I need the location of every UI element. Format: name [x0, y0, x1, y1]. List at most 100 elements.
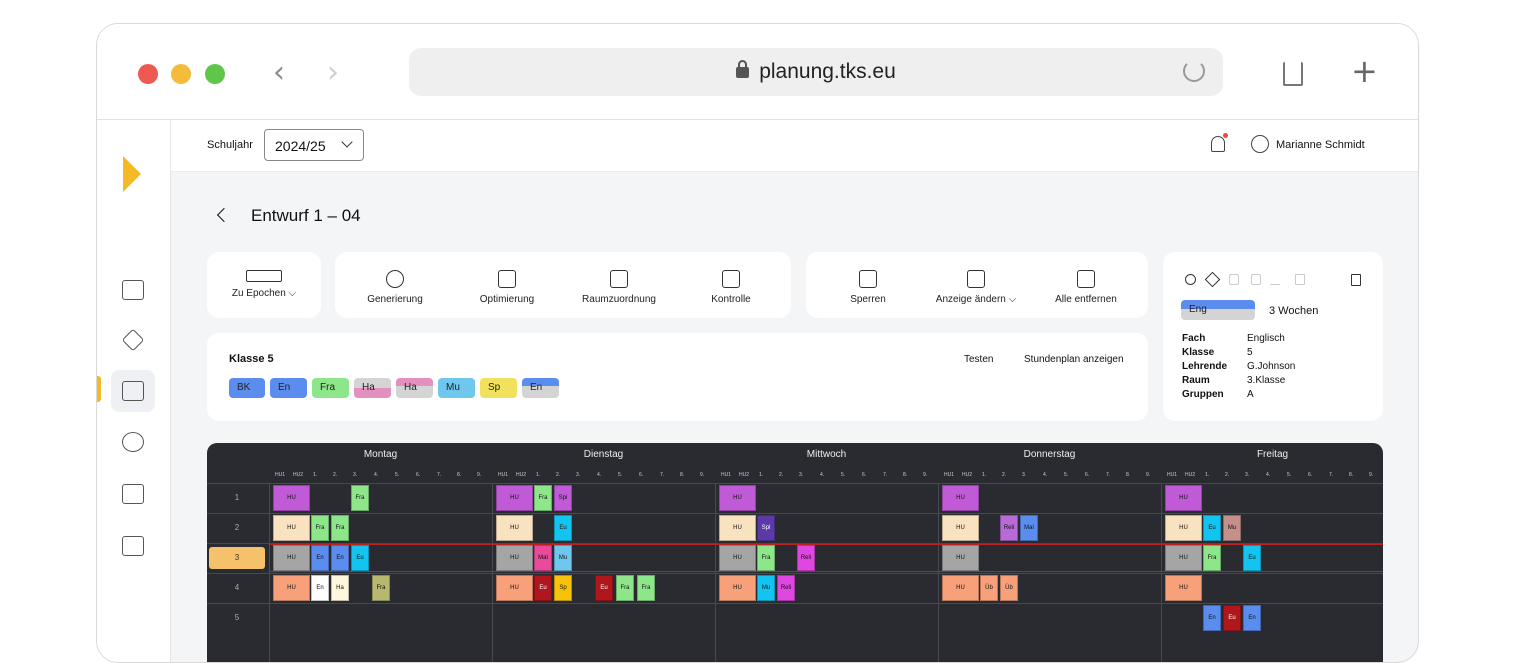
lesson-cell[interactable]: Fra: [534, 485, 552, 511]
row-label-selected[interactable]: 3: [209, 547, 265, 569]
lesson-cell[interactable]: Reli: [1000, 515, 1018, 541]
export-icon[interactable]: [122, 536, 144, 556]
lesson-cell[interactable]: En: [1203, 605, 1221, 631]
kontrolle-button[interactable]: Kontrolle: [681, 270, 781, 305]
back-button[interactable]: [216, 207, 232, 223]
row-label[interactable]: 4: [207, 577, 267, 599]
lesson-cell[interactable]: Eu: [554, 515, 572, 541]
lesson-cell[interactable]: Fra: [372, 575, 390, 601]
lesson-cell[interactable]: Fra: [1203, 545, 1221, 571]
anzeige-aendern-dropdown[interactable]: Anzeige ändern ⌵: [926, 270, 1026, 305]
lesson-cell[interactable]: HU: [1165, 485, 1202, 511]
lesson-cell[interactable]: HU: [273, 515, 310, 541]
share-icon[interactable]: [1283, 62, 1303, 86]
lesson-cell[interactable]: HU: [496, 575, 533, 601]
lesson-cell[interactable]: HU: [719, 545, 756, 571]
pin-icon[interactable]: [1204, 271, 1221, 288]
minimize-window-button[interactable]: [171, 64, 191, 84]
lesson-cell[interactable]: Eu: [534, 575, 552, 601]
lesson-cell[interactable]: Fra: [311, 515, 329, 541]
zu-epochen-dropdown[interactable]: Zu Epochen ⌵: [207, 270, 321, 299]
alle-entfernen-button[interactable]: Alle entfernen: [1036, 270, 1136, 305]
lesson-cell[interactable]: HU: [719, 575, 756, 601]
year-select[interactable]: 2024/25: [264, 129, 364, 161]
lesson-cell[interactable]: Fra: [331, 515, 349, 541]
subject-chip[interactable]: Sp: [480, 378, 517, 398]
back-arrow-icon[interactable]: ‹: [273, 58, 285, 88]
lesson-cell[interactable]: Fra: [351, 485, 369, 511]
lesson-cell[interactable]: HU: [1165, 575, 1202, 601]
drag-icon[interactable]: [1185, 274, 1196, 285]
testen-link[interactable]: Testen: [964, 354, 993, 365]
lesson-cell[interactable]: HU: [496, 515, 533, 541]
forward-arrow-icon[interactable]: ›: [327, 58, 339, 88]
list-icon[interactable]: [122, 484, 144, 504]
lock-icon[interactable]: [1229, 274, 1239, 285]
door-icon[interactable]: [1351, 274, 1361, 286]
subject-chip[interactable]: En: [270, 378, 307, 398]
lesson-cell[interactable]: HU: [942, 515, 979, 541]
lesson-cell[interactable]: Mu: [1223, 515, 1241, 541]
lesson-cell[interactable]: HU: [273, 545, 310, 571]
sync-icon[interactable]: [122, 432, 144, 452]
lesson-cell[interactable]: HU: [1165, 545, 1202, 571]
lesson-cell[interactable]: Ha: [331, 575, 349, 601]
lesson-cell[interactable]: Eu: [595, 575, 613, 601]
lesson-cell[interactable]: En: [311, 575, 329, 601]
reload-icon[interactable]: [1183, 60, 1205, 82]
subject-chip[interactable]: En: [522, 378, 559, 398]
lesson-cell[interactable]: HU: [1165, 515, 1202, 541]
lesson-cell[interactable]: Reli: [777, 575, 795, 601]
lesson-cell[interactable]: HU: [719, 485, 756, 511]
generierung-button[interactable]: Generierung: [345, 270, 445, 305]
lesson-cell[interactable]: HU: [942, 545, 979, 571]
lesson-cell[interactable]: Üb: [980, 575, 998, 601]
row-label[interactable]: 1: [207, 487, 267, 509]
layers-icon[interactable]: [121, 328, 145, 352]
lesson-cell[interactable]: Eu: [351, 545, 369, 571]
lesson-cell[interactable]: Spl: [757, 515, 775, 541]
new-tab-icon[interactable]: +: [1351, 52, 1378, 90]
lesson-cell[interactable]: Üb: [1000, 575, 1018, 601]
user-name[interactable]: Marianne Schmidt: [1276, 139, 1365, 151]
lesson-cell[interactable]: Mal: [1020, 515, 1038, 541]
sperren-button[interactable]: Sperren: [818, 270, 918, 305]
address-bar[interactable]: planung.tks.eu: [409, 48, 1223, 96]
documents-icon[interactable]: [122, 280, 144, 300]
edit-icon[interactable]: [1269, 274, 1287, 285]
trash-icon[interactable]: [1295, 274, 1305, 285]
lesson-cell[interactable]: HU: [496, 485, 533, 511]
lesson-cell[interactable]: En: [311, 545, 329, 571]
lesson-cell[interactable]: Mu: [554, 545, 572, 571]
lesson-cell[interactable]: Eu: [1203, 515, 1221, 541]
row-label[interactable]: 5: [207, 607, 267, 629]
subject-chip[interactable]: Ha: [354, 378, 391, 398]
calendar-nav-item[interactable]: [111, 370, 155, 412]
subject-chip[interactable]: Fra: [312, 378, 349, 398]
lesson-cell[interactable]: En: [1243, 605, 1261, 631]
lesson-cell[interactable]: Fra: [757, 545, 775, 571]
subject-chip[interactable]: BK: [229, 378, 265, 398]
lesson-cell[interactable]: Eu: [1243, 545, 1261, 571]
lesson-cell[interactable]: Spi: [554, 485, 572, 511]
lesson-cell[interactable]: En: [331, 545, 349, 571]
subject-chip[interactable]: Ha: [396, 378, 433, 398]
maximize-window-button[interactable]: [205, 64, 225, 84]
lesson-cell[interactable]: Mal: [534, 545, 552, 571]
lesson-cell[interactable]: Fra: [616, 575, 634, 601]
lesson-cell[interactable]: HU: [942, 485, 979, 511]
lesson-cell[interactable]: HU: [719, 515, 756, 541]
lesson-cell[interactable]: Mu: [757, 575, 775, 601]
lesson-cell[interactable]: Sp: [554, 575, 572, 601]
lesson-cell[interactable]: Eu: [1223, 605, 1241, 631]
subject-chip[interactable]: Mu: [438, 378, 475, 398]
optimierung-button[interactable]: Optimierung: [457, 270, 557, 305]
user-avatar-icon[interactable]: [1251, 135, 1269, 153]
lesson-cell[interactable]: HU: [496, 545, 533, 571]
notification-bell-icon[interactable]: [1211, 133, 1228, 152]
clipboard-icon[interactable]: [1251, 274, 1261, 285]
lesson-cell[interactable]: HU: [942, 575, 979, 601]
raumzuordnung-button[interactable]: Raumzuordnung: [569, 270, 669, 305]
lesson-cell[interactable]: HU: [273, 575, 310, 601]
row-label[interactable]: 2: [207, 517, 267, 539]
